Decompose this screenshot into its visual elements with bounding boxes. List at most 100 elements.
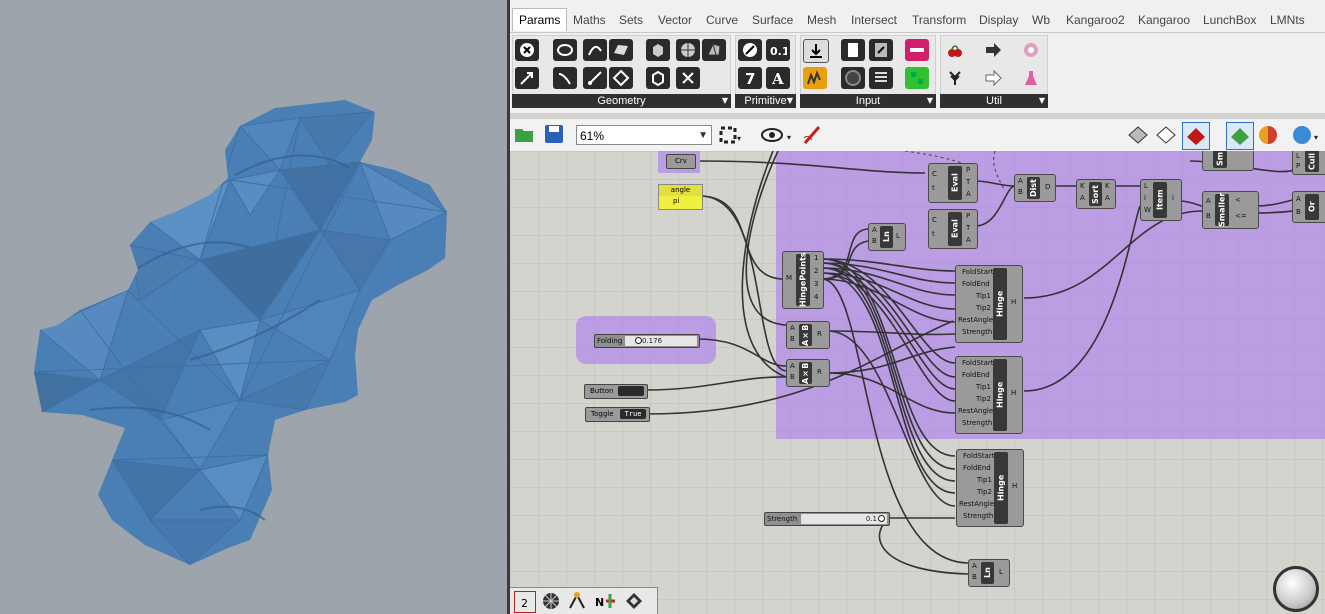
hinge3-input-tip1[interactable]: Tip1 <box>977 476 992 484</box>
tab-curve[interactable]: Curve <box>706 11 738 29</box>
vector-icon[interactable] <box>515 67 539 89</box>
surface-icon[interactable] <box>609 39 633 61</box>
or-input-a[interactable]: A <box>1296 195 1301 203</box>
cull-input-l[interactable]: L <box>1296 152 1300 160</box>
group-icon[interactable] <box>646 67 670 89</box>
eval-input-t[interactable]: t <box>932 184 935 192</box>
sort-input-a[interactable]: A <box>1080 194 1085 202</box>
hinge2-input-foldstart[interactable]: FoldStart <box>962 359 994 367</box>
cluster-icon[interactable] <box>1019 39 1043 61</box>
tree-icon[interactable] <box>943 67 967 89</box>
zoom-dropdown[interactable]: 61% ▼ <box>576 125 712 145</box>
util-expand-icon[interactable]: ▼ <box>1039 94 1045 108</box>
axb2-input-a[interactable]: A <box>790 362 795 370</box>
crv-param[interactable]: Crv <box>666 154 696 169</box>
folding-slider[interactable]: Folding 0.176 <box>594 334 700 348</box>
display-sphere-icon[interactable]: ▾ <box>1292 125 1322 145</box>
tab-intersect[interactable]: Intersect <box>851 11 897 29</box>
sort-component[interactable]: K A Sort K A <box>1076 179 1116 209</box>
image-sampler-icon[interactable] <box>905 67 929 89</box>
hingepoints-component[interactable]: M HingePoints 1 2 3 4 <box>782 251 824 309</box>
canvas-navigation-dial[interactable] <box>1273 566 1319 612</box>
text-icon[interactable]: A <box>766 67 790 89</box>
list-icon[interactable] <box>869 67 893 89</box>
hinge1-input-tip1[interactable]: Tip1 <box>976 292 991 300</box>
graph-mapper-icon[interactable] <box>803 67 827 89</box>
tab-params[interactable]: Params <box>512 8 568 31</box>
hinge1-input-foldend[interactable]: FoldEnd <box>962 280 990 288</box>
curve-icon[interactable] <box>583 39 607 61</box>
axb2-input-b[interactable]: B <box>790 373 795 381</box>
eval-output-t[interactable]: T <box>966 178 970 186</box>
relay-icon[interactable] <box>981 39 1005 61</box>
tab-transform[interactable]: Transform <box>912 11 966 29</box>
strength-slider[interactable]: Strength 0.1 <box>764 512 890 526</box>
smaller-than-component[interactable]: A B Smaller < <= <box>1202 191 1259 229</box>
preview-wire-icon[interactable] <box>1127 125 1149 145</box>
hinge-component-3[interactable]: FoldStart FoldEnd Tip1 Tip2 RestAngle St… <box>956 449 1024 527</box>
toggle-component[interactable]: Toggle True <box>585 407 650 422</box>
item-input-i[interactable]: i <box>1144 194 1146 202</box>
smaller-input-b[interactable]: B <box>1206 212 1211 220</box>
input-expand-icon[interactable]: ▼ <box>927 94 933 108</box>
hinge1-input-foldstart[interactable]: FoldStart <box>962 268 994 276</box>
smaller-input-a[interactable]: A <box>1206 197 1211 205</box>
eval-mid-output-t[interactable]: T <box>966 224 970 232</box>
or-input-b[interactable]: B <box>1296 208 1301 216</box>
toggle-value[interactable]: True <box>620 409 646 419</box>
dist-output-d[interactable]: D <box>1045 183 1050 191</box>
hinge3-input-foldend[interactable]: FoldEnd <box>963 464 991 472</box>
line-icon[interactable] <box>583 67 607 89</box>
ln2-input-b[interactable]: B <box>972 573 977 581</box>
geometry-expand-icon[interactable]: ▼ <box>722 94 728 108</box>
hinge2-input-tip1[interactable]: Tip1 <box>976 383 991 391</box>
panel-icon[interactable] <box>841 39 865 61</box>
preview-material-icon[interactable] <box>1226 122 1254 150</box>
sort-output-a[interactable]: A <box>1105 194 1110 202</box>
sort-output-k[interactable]: K <box>1105 182 1110 190</box>
tab-vector[interactable]: Vector <box>658 11 692 29</box>
axb1-input-a[interactable]: A <box>790 324 795 332</box>
hinge2-input-strength[interactable]: Strength <box>962 419 992 427</box>
eval-mid-output-a[interactable]: A <box>966 236 971 244</box>
button-face[interactable] <box>618 386 644 396</box>
gradient-icon[interactable] <box>905 39 929 61</box>
tab-mesh[interactable]: Mesh <box>807 11 836 29</box>
smaller-output-lt[interactable]: < <box>1235 196 1241 204</box>
sketch-icon[interactable]: 2 <box>514 591 536 613</box>
tab-display[interactable]: Display <box>979 11 1018 29</box>
axb1-output-r[interactable]: R <box>817 330 822 338</box>
eval-output-a[interactable]: A <box>966 190 971 198</box>
hinge3-input-foldstart[interactable]: FoldStart <box>963 452 995 460</box>
cherry-picker-icon[interactable] <box>943 39 967 61</box>
strength-slider-track[interactable]: 0.1 <box>801 514 887 524</box>
line-component-bottom[interactable]: A B Ln L <box>968 559 1010 587</box>
grasshopper-canvas[interactable]: Crv angle pi Folding 0.176 Button Toggle… <box>510 151 1325 614</box>
tab-maths[interactable]: Maths <box>573 11 606 29</box>
circle-icon[interactable] <box>553 39 577 61</box>
tab-lmnts[interactable]: LMNts <box>1270 11 1305 29</box>
sort-input-k[interactable]: K <box>1080 182 1085 190</box>
tab-kangaroo2[interactable]: Kangaroo2 <box>1066 11 1125 29</box>
hinge3-input-strength[interactable]: Strength <box>963 512 993 520</box>
list-item-component[interactable]: L i W Item i <box>1140 179 1182 221</box>
hinge2-input-foldend[interactable]: FoldEnd <box>962 371 990 379</box>
multiplication-component-2[interactable]: A B A×B R <box>786 359 830 387</box>
primitive-expand-icon[interactable]: ▼ <box>787 94 793 108</box>
mesh-icon[interactable] <box>702 39 726 61</box>
hinge2-input-tip2[interactable]: Tip2 <box>976 395 991 403</box>
boolean-icon[interactable] <box>738 39 762 61</box>
hinge3-input-restangle[interactable]: RestAngle <box>959 500 994 508</box>
integer-icon[interactable]: 7 <box>738 67 762 89</box>
point-icon[interactable] <box>515 39 539 61</box>
tab-sets[interactable]: Sets <box>619 11 643 29</box>
number-icon[interactable]: 0.1 <box>766 39 790 61</box>
tab-kangaroo[interactable]: Kangaroo <box>1138 11 1190 29</box>
field-icon[interactable] <box>676 67 700 89</box>
ln-output-l[interactable]: L <box>896 232 900 240</box>
hingepoints-output-3[interactable]: 3 <box>814 280 818 288</box>
axb2-output-r[interactable]: R <box>817 368 822 376</box>
dist-input-a[interactable]: A <box>1018 177 1023 185</box>
item-input-w[interactable]: W <box>1144 206 1151 214</box>
ln-input-a[interactable]: A <box>872 226 877 234</box>
